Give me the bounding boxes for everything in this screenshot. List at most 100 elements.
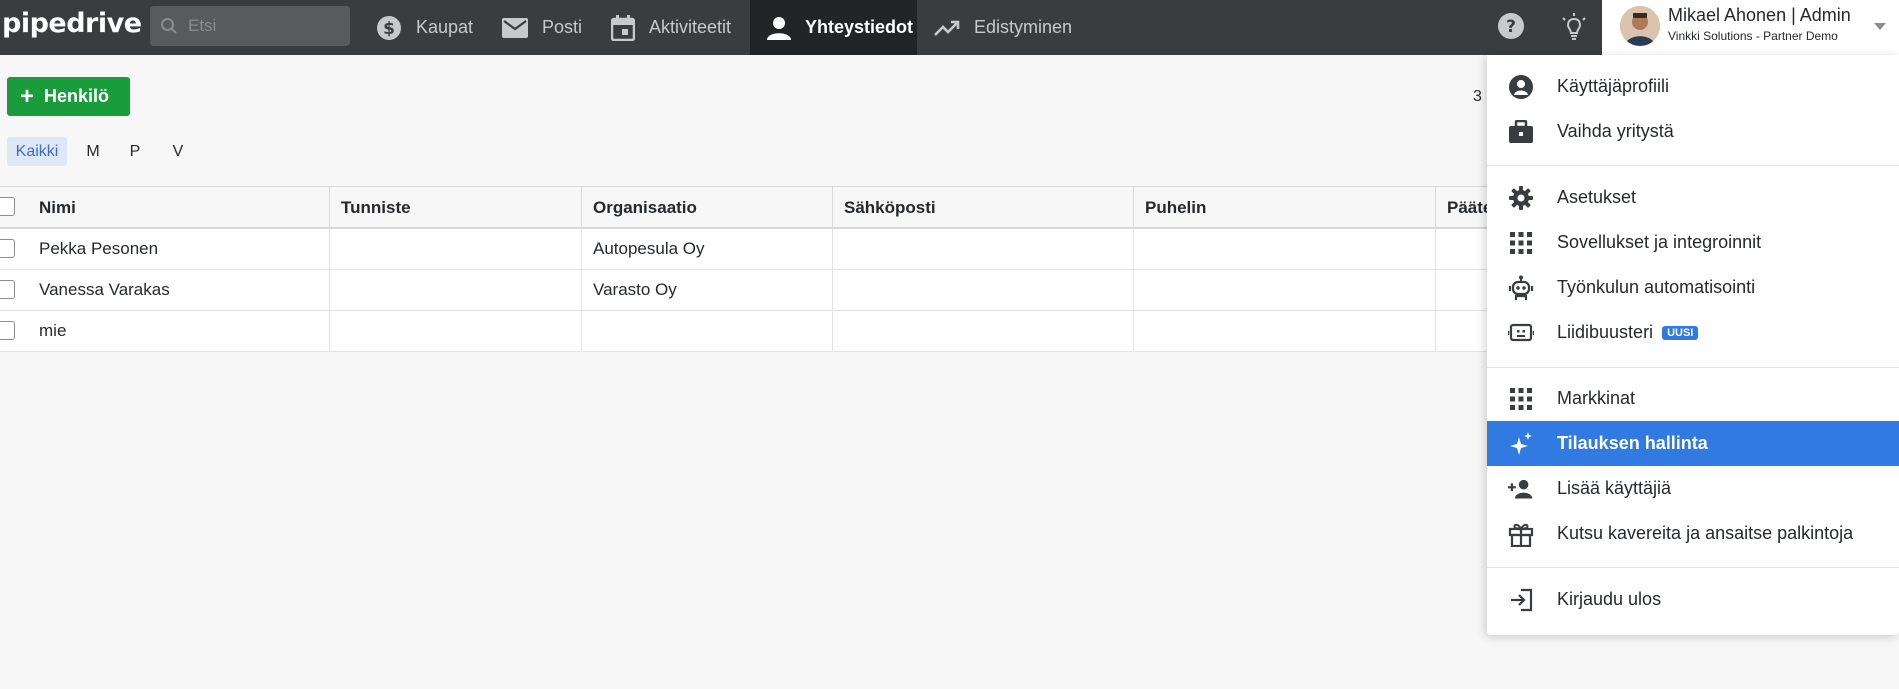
cell-name[interactable]: Vanessa Varakas xyxy=(28,270,330,310)
lightbulb-icon[interactable] xyxy=(1559,12,1589,42)
cell-organization[interactable]: Autopesula Oy xyxy=(582,229,833,269)
nav-insights[interactable]: Edistyminen xyxy=(934,0,1072,55)
nav-mail[interactable]: Posti xyxy=(502,0,582,55)
menu-item-add-users[interactable]: Lisää käyttäjiä xyxy=(1487,466,1899,511)
chevron-down-icon xyxy=(1874,23,1886,30)
menu-divider xyxy=(1487,165,1899,166)
nav-deals[interactable]: $ Kaupat xyxy=(376,0,473,55)
pipedrive-logo[interactable]: pipedrive xyxy=(2,8,142,39)
row-checkbox[interactable] xyxy=(0,239,15,258)
cell-organization[interactable]: Varasto Oy xyxy=(582,270,833,310)
briefcase-icon xyxy=(1509,120,1533,143)
menu-item-lead-booster[interactable]: Liidibuusteri UUSI xyxy=(1487,310,1899,355)
logout-icon xyxy=(1511,588,1533,612)
svg-text:?: ? xyxy=(1506,17,1516,37)
user-circle-icon xyxy=(1509,75,1533,99)
filter-p[interactable]: P xyxy=(122,137,148,166)
column-header-name[interactable]: Nimi xyxy=(28,187,330,228)
menu-item-invite-friends[interactable]: Kutsu kavereita ja ansaitse palkintoja xyxy=(1487,511,1899,556)
menu-item-label: Vaihda yritystä xyxy=(1557,121,1674,141)
menu-item-subscription-management[interactable]: Tilauksen hallinta xyxy=(1487,421,1899,466)
menu-item-workflow-automation[interactable]: Työnkulun automatisointi xyxy=(1487,265,1899,310)
menu-item-label: Työnkulun automatisointi xyxy=(1557,277,1756,297)
column-header-email[interactable]: Sähköposti xyxy=(833,187,1134,228)
menu-item-label: Käyttäjäprofiili xyxy=(1557,76,1670,96)
menu-item-label: Lisää käyttäjiä xyxy=(1557,478,1672,498)
table-row[interactable]: Pekka Pesonen Autopesula Oy xyxy=(0,229,1487,270)
column-header-phone[interactable]: Puhelin xyxy=(1134,187,1436,228)
menu-item-label: Asetukset xyxy=(1557,187,1637,207)
table-row[interactable]: Vanessa Varakas Varasto Oy xyxy=(0,270,1487,311)
marketplace-grid-icon xyxy=(1510,388,1532,410)
menu-item-switch-company[interactable]: Vaihda yritystä xyxy=(1487,109,1899,154)
user-company: Vinkki Solutions - Partner Demo xyxy=(1668,29,1838,43)
search-input[interactable]: Etsi xyxy=(150,6,350,46)
svg-text:$: $ xyxy=(383,19,395,39)
menu-item-label: Kutsu kavereita ja ansaitse palkintoja xyxy=(1557,523,1854,543)
cell-label[interactable] xyxy=(330,229,582,269)
plus-icon: + xyxy=(20,82,35,110)
user-profile-menu[interactable]: Mikael Ahonen | Admin Vinkki Solutions -… xyxy=(1602,0,1899,55)
robot-icon xyxy=(1508,275,1534,300)
cell-organization[interactable] xyxy=(582,311,833,351)
row-checkbox[interactable] xyxy=(0,280,15,299)
cell-name[interactable]: mie xyxy=(28,311,330,351)
add-person-button[interactable]: + Henkilö xyxy=(7,77,130,116)
menu-item-label: Markkinat xyxy=(1557,388,1636,408)
column-header-organization[interactable]: Organisaatio xyxy=(582,187,833,228)
menu-item-label: Liidibuusteri xyxy=(1557,322,1654,342)
apps-grid-icon xyxy=(1510,232,1532,254)
menu-item-settings[interactable]: Asetukset xyxy=(1487,175,1899,220)
cell-phone[interactable] xyxy=(1134,270,1436,310)
cell-email[interactable] xyxy=(833,311,1134,351)
menu-item-label: Kirjaudu ulos xyxy=(1557,589,1662,609)
cell-label[interactable] xyxy=(330,270,582,310)
dollar-icon: $ xyxy=(377,15,401,40)
menu-item-user-profile[interactable]: Käyttäjäprofiili xyxy=(1487,64,1899,109)
nav-insights-label: Edistyminen xyxy=(974,17,1073,37)
nav-contacts-label: Yhteystiedot xyxy=(805,17,914,37)
help-icon[interactable]: ? xyxy=(1497,12,1525,40)
menu-item-label: Sovellukset ja integroinnit xyxy=(1557,232,1762,252)
menu-divider xyxy=(1487,367,1899,368)
select-all-checkbox[interactable] xyxy=(0,197,15,216)
row-checkbox[interactable] xyxy=(0,321,15,340)
menu-item-label: Tilauksen hallinta xyxy=(1557,433,1708,453)
cell-email[interactable] xyxy=(833,229,1134,269)
person-icon xyxy=(767,16,791,40)
sparkle-icon xyxy=(1510,432,1532,455)
result-count: 3 xyxy=(1473,88,1482,105)
calendar-icon xyxy=(611,14,635,41)
new-badge: UUSI xyxy=(1662,326,1699,340)
filter-v[interactable]: V xyxy=(165,137,191,166)
menu-item-label-wrap: Liidibuusteri UUSI xyxy=(1557,322,1699,343)
cell-label[interactable] xyxy=(330,311,582,351)
top-navigation-bar: pipedrive Etsi $ Kaupat Posti Aktiviteet… xyxy=(0,0,1899,55)
table-row[interactable]: mie xyxy=(0,311,1487,352)
nav-deals-label: Kaupat xyxy=(416,17,474,37)
table-header: Nimi Tunniste Organisaatio Sähköposti Pu… xyxy=(0,186,1492,229)
filter-all[interactable]: Kaikki xyxy=(7,137,67,166)
cell-name[interactable]: Pekka Pesonen xyxy=(28,229,330,269)
search-icon xyxy=(161,18,177,34)
cell-phone[interactable] xyxy=(1134,229,1436,269)
user-dropdown-menu: Käyttäjäprofiili Vaihda yritystä Asetuks… xyxy=(1487,55,1899,635)
add-user-icon xyxy=(1508,479,1533,499)
mail-icon xyxy=(502,17,528,38)
menu-divider xyxy=(1487,567,1899,568)
cell-email[interactable] xyxy=(833,270,1134,310)
nav-contacts[interactable]: Yhteystiedot xyxy=(750,0,917,55)
filter-m[interactable]: M xyxy=(80,137,106,166)
search-placeholder: Etsi xyxy=(188,16,217,35)
menu-item-logout[interactable]: Kirjaudu ulos xyxy=(1487,577,1899,622)
avatar xyxy=(1620,6,1660,46)
menu-item-marketplace[interactable]: Markkinat xyxy=(1487,376,1899,421)
column-header-label[interactable]: Tunniste xyxy=(330,187,582,228)
gift-icon xyxy=(1508,523,1534,547)
nav-activities[interactable]: Aktiviteetit xyxy=(611,0,731,55)
menu-item-apps-integrations[interactable]: Sovellukset ja integroinnit xyxy=(1487,220,1899,265)
trending-up-icon xyxy=(934,20,960,36)
cell-phone[interactable] xyxy=(1134,311,1436,351)
chatbot-icon xyxy=(1508,323,1534,342)
user-name: Mikael Ahonen | Admin xyxy=(1668,5,1851,25)
